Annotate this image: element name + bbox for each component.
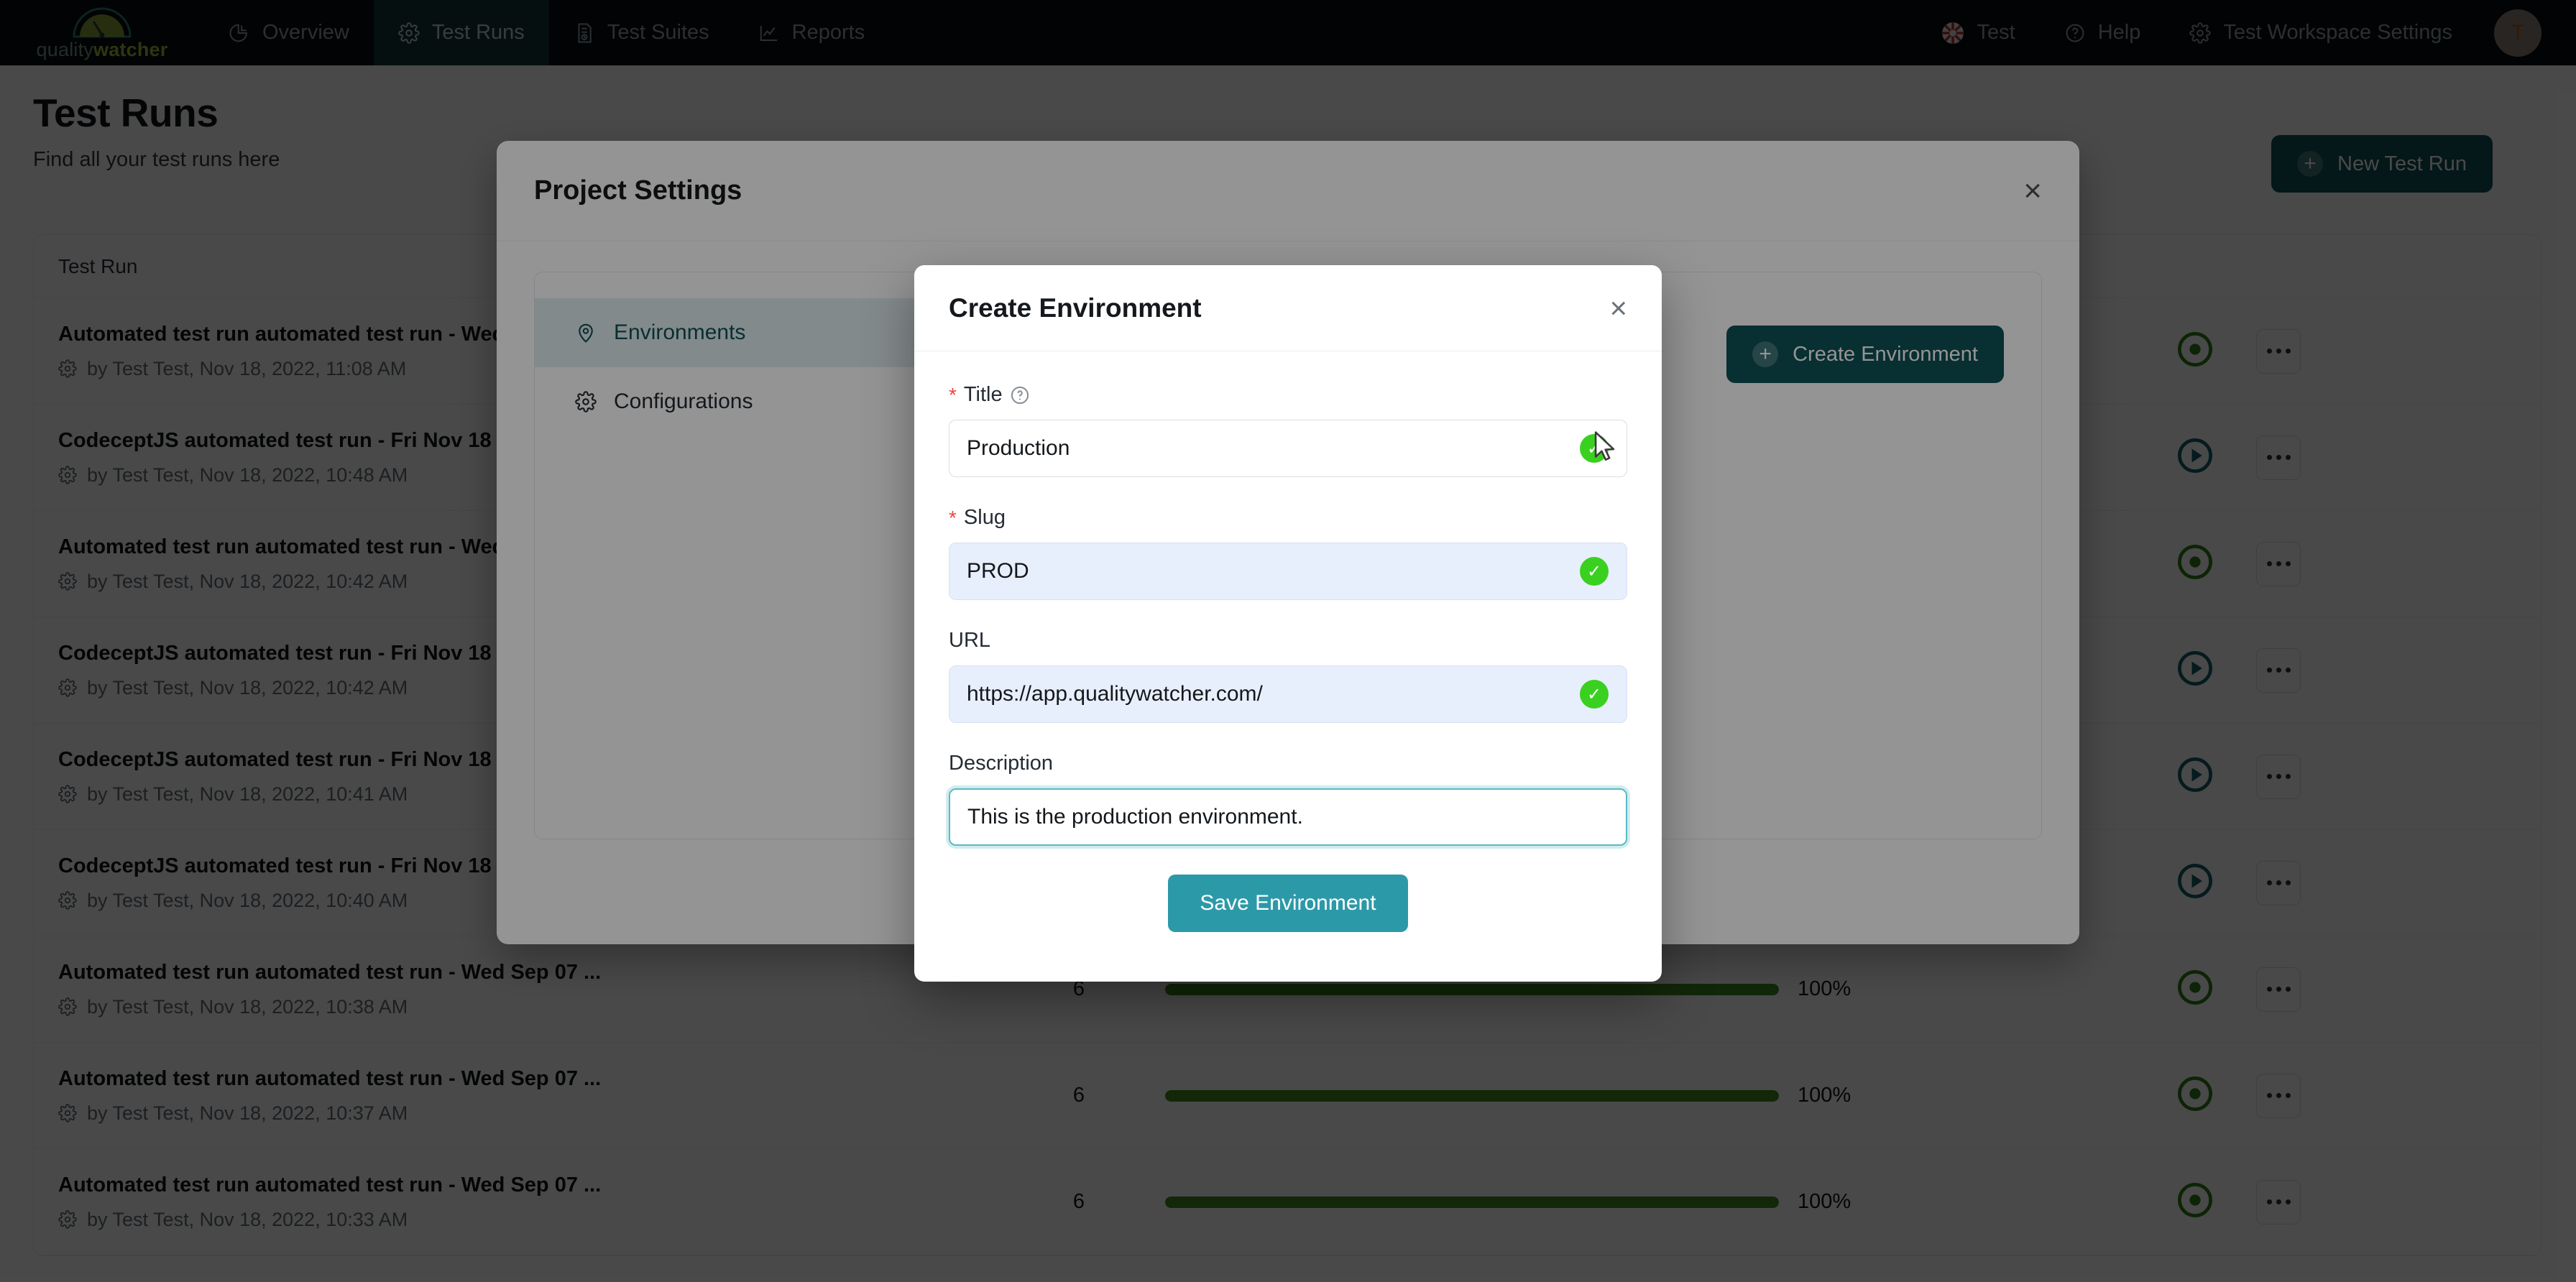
input-wrap-description [949, 788, 1627, 846]
label-description-text: Description [949, 752, 1054, 775]
label-title-text: Title [963, 383, 1003, 406]
title-input[interactable] [949, 420, 1627, 477]
label-slug-text: Slug [963, 506, 1006, 529]
close-icon[interactable]: × [1609, 292, 1627, 323]
label-url: URL [949, 629, 1627, 652]
required-asterisk: * [949, 506, 957, 529]
modal-footer: Save Environment [949, 875, 1627, 932]
field-description: Description [949, 752, 1627, 846]
modal-title: Create Environment [949, 292, 1202, 323]
input-wrap-slug: ✓ [949, 543, 1627, 600]
description-input[interactable] [949, 788, 1627, 846]
field-slug: * Slug ✓ [949, 506, 1627, 600]
required-asterisk: * [949, 383, 957, 406]
modal-header: Create Environment × [914, 265, 1662, 351]
screen-root: qualitywatcher Overview Test Runs [0, 0, 2576, 1282]
input-wrap-url: ✓ [949, 665, 1627, 723]
help-circle-icon[interactable] [1010, 385, 1030, 405]
field-url: URL ✓ [949, 629, 1627, 723]
url-input[interactable] [949, 665, 1627, 723]
label-description: Description [949, 752, 1627, 775]
mouse-cursor-icon [1594, 431, 1615, 461]
create-environment-modal: Create Environment × * Title ✓ [914, 265, 1662, 982]
label-title: * Title [949, 383, 1627, 407]
slug-input[interactable] [949, 543, 1627, 600]
field-title: * Title ✓ [949, 383, 1627, 477]
save-environment-button[interactable]: Save Environment [1168, 875, 1408, 932]
valid-check-icon: ✓ [1580, 680, 1609, 709]
input-wrap-title: ✓ [949, 420, 1627, 477]
label-url-text: URL [949, 629, 991, 652]
label-slug: * Slug [949, 506, 1627, 530]
valid-check-icon: ✓ [1580, 557, 1609, 586]
modal-body: * Title ✓ * Slug [914, 351, 1662, 932]
